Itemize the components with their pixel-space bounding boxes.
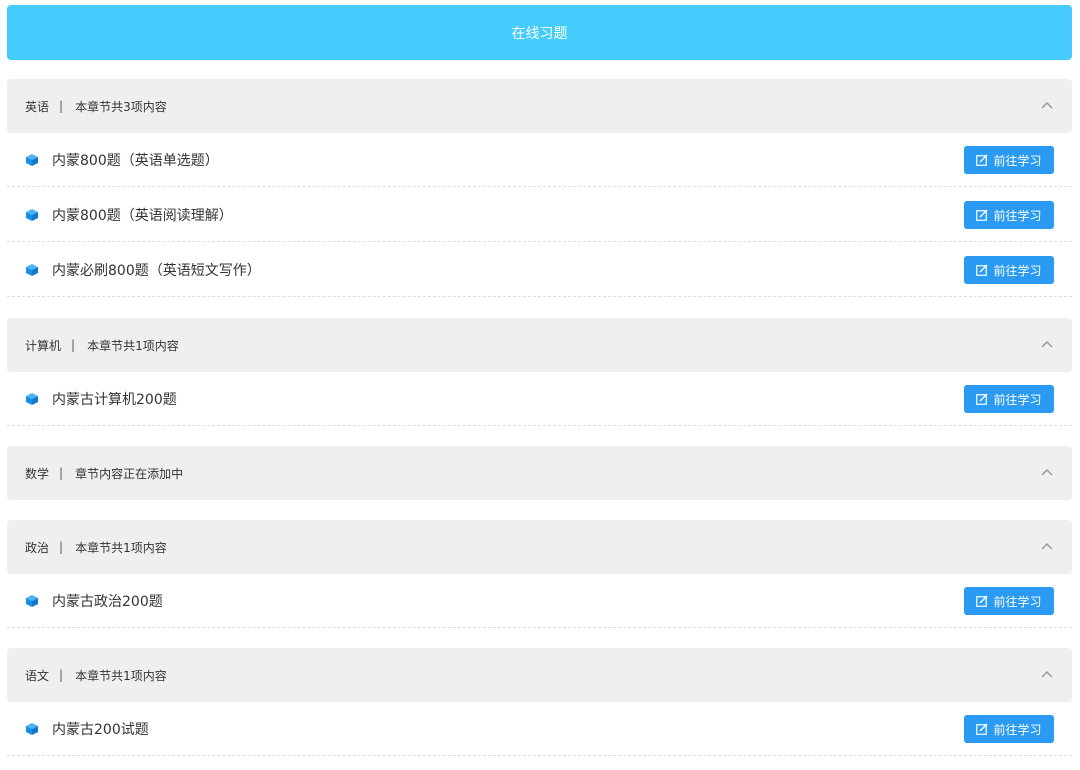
- section-header-politics[interactable]: 政治 | 本章节共1项内容: [7, 520, 1072, 574]
- section-summary: 本章节共1项内容: [75, 540, 167, 555]
- section-separator: |: [59, 540, 64, 554]
- edit-icon: [976, 595, 988, 607]
- section-name: 英语: [25, 99, 50, 114]
- go-study-label: 前往学习: [993, 263, 1042, 278]
- section-separator: |: [59, 99, 64, 113]
- go-study-button[interactable]: 前往学习: [964, 385, 1054, 413]
- list-item: 内蒙必刷800题（英语短文写作） 前往学习: [7, 243, 1072, 297]
- chevron-up-icon[interactable]: [1040, 667, 1054, 681]
- item-title: 内蒙古计算机200题: [52, 392, 177, 408]
- list-item: 内蒙古政治200题 前往学习: [7, 574, 1072, 628]
- edit-icon: [976, 393, 988, 405]
- go-study-label: 前往学习: [993, 153, 1042, 168]
- item-title: 内蒙古政治200题: [52, 594, 163, 610]
- section-name: 数学: [25, 466, 50, 481]
- section-header-computer[interactable]: 计算机 | 本章节共1项内容: [7, 318, 1072, 372]
- page: 在线习题 英语 | 本章节共3项内容 内蒙800题（英语单选题） 前往学习 内蒙…: [0, 0, 1080, 770]
- cube-icon: [26, 209, 38, 221]
- section-summary: 本章节共3项内容: [75, 99, 167, 114]
- go-study-label: 前往学习: [993, 594, 1042, 609]
- section-name: 语文: [25, 668, 50, 683]
- section-separator: |: [59, 466, 64, 480]
- chevron-up-icon[interactable]: [1040, 98, 1054, 112]
- page-title: 在线习题: [511, 25, 568, 42]
- section-summary: 本章节共1项内容: [87, 338, 179, 353]
- go-study-button[interactable]: 前往学习: [964, 146, 1054, 174]
- item-title: 内蒙古200试题: [52, 722, 149, 738]
- section-summary: 本章节共1项内容: [75, 668, 167, 683]
- chevron-up-icon[interactable]: [1040, 539, 1054, 553]
- cube-icon: [26, 154, 38, 166]
- cube-icon: [26, 393, 38, 405]
- list-item: 内蒙800题（英语阅读理解） 前往学习: [7, 188, 1072, 242]
- go-study-label: 前往学习: [993, 208, 1042, 223]
- go-study-button[interactable]: 前往学习: [964, 256, 1054, 284]
- section-name: 政治: [25, 540, 50, 555]
- cube-icon: [26, 595, 38, 607]
- go-study-label: 前往学习: [993, 392, 1042, 407]
- edit-icon: [976, 723, 988, 735]
- chevron-up-icon[interactable]: [1040, 337, 1054, 351]
- go-study-button[interactable]: 前往学习: [964, 201, 1054, 229]
- item-title: 内蒙800题（英语单选题）: [52, 153, 219, 169]
- go-study-button[interactable]: 前往学习: [964, 587, 1054, 615]
- go-study-label: 前往学习: [993, 722, 1042, 737]
- page-title-bar: 在线习题: [7, 5, 1072, 60]
- item-title: 内蒙800题（英语阅读理解）: [52, 208, 233, 224]
- item-title: 内蒙必刷800题（英语短文写作）: [52, 263, 261, 279]
- edit-icon: [976, 154, 988, 166]
- section-separator: |: [59, 668, 64, 682]
- cube-icon: [26, 264, 38, 276]
- edit-icon: [976, 209, 988, 221]
- list-item: 内蒙古200试题 前往学习: [7, 702, 1072, 756]
- go-study-button[interactable]: 前往学习: [964, 715, 1054, 743]
- section-header-chinese[interactable]: 语文 | 本章节共1项内容: [7, 648, 1072, 702]
- section-header-math[interactable]: 数学 | 章节内容正在添加中: [7, 446, 1072, 500]
- chevron-up-icon[interactable]: [1040, 465, 1054, 479]
- list-item: 内蒙古计算机200题 前往学习: [7, 372, 1072, 426]
- section-summary: 章节内容正在添加中: [75, 466, 184, 481]
- cube-icon: [26, 723, 38, 735]
- list-item: 内蒙800题（英语单选题） 前往学习: [7, 133, 1072, 187]
- edit-icon: [976, 264, 988, 276]
- section-header-english[interactable]: 英语 | 本章节共3项内容: [7, 79, 1072, 133]
- section-separator: |: [71, 338, 76, 352]
- section-name: 计算机: [25, 338, 62, 353]
